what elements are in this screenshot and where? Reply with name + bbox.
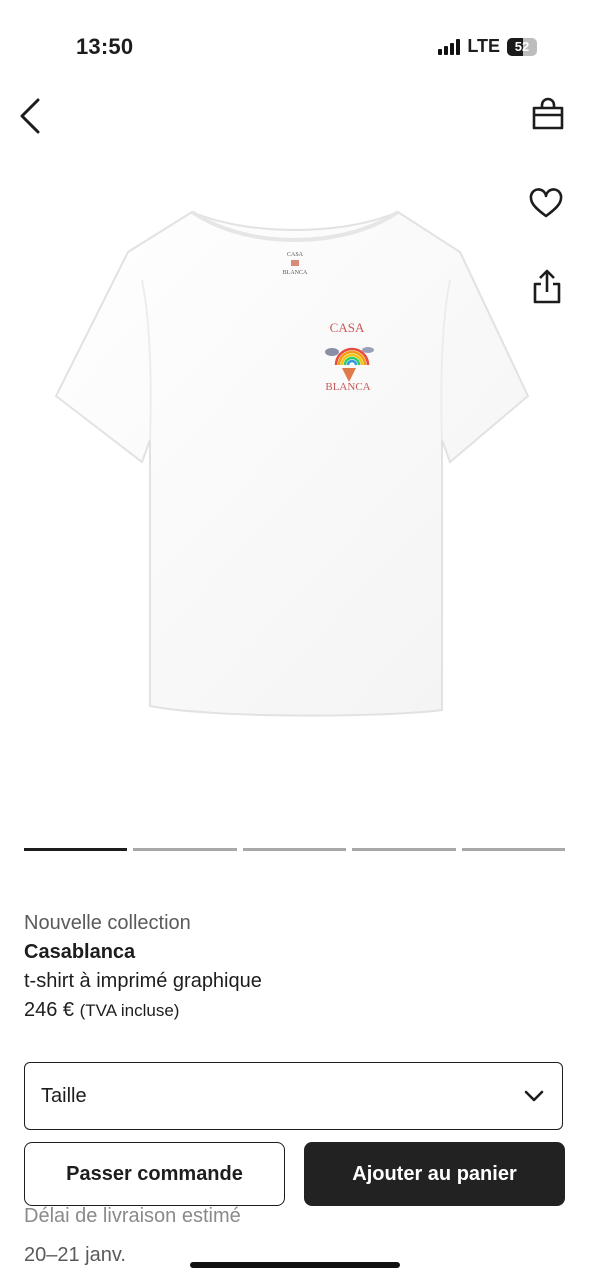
size-dropdown-label: Taille	[41, 1084, 87, 1107]
status-time: 13:50	[76, 34, 134, 59]
size-dropdown[interactable]: Taille	[24, 1062, 563, 1130]
home-indicator[interactable]	[190, 1262, 400, 1268]
order-button[interactable]: Passer commande	[24, 1142, 285, 1206]
add-to-cart-button[interactable]: Ajouter au panier	[304, 1142, 565, 1206]
shopping-bag-icon	[532, 97, 564, 130]
tax-note: (TVA incluse)	[79, 1001, 180, 1020]
label-casa: CASA	[287, 252, 304, 258]
brand-name[interactable]: Casablanca	[24, 941, 135, 964]
chevron-left-icon	[20, 98, 40, 134]
back-button[interactable]	[14, 96, 50, 141]
carousel-segment[interactable]	[24, 848, 128, 851]
network-type: LTE	[467, 36, 500, 56]
carousel-segment[interactable]	[352, 848, 456, 851]
shopping-bag-button[interactable]	[531, 96, 565, 137]
price-row: 246 € (TVA incluse)	[24, 999, 179, 1022]
print-casa: CASA	[330, 320, 365, 335]
delivery-dates: 20–21 janv.	[24, 1244, 126, 1266]
battery-level: 52	[514, 39, 530, 54]
delivery-label: Délai de livraison estimé	[24, 1205, 241, 1227]
carousel-segment[interactable]	[242, 848, 347, 851]
image-carousel-indicator	[24, 848, 566, 851]
product-name: t-shirt à imprimé graphique	[24, 970, 262, 992]
collection-tag: Nouvelle collection	[24, 912, 191, 934]
status-indicators: LTE 52	[438, 36, 537, 57]
print-blanca: BLANCA	[325, 381, 370, 393]
carousel-segment[interactable]	[461, 848, 566, 851]
carousel-segment[interactable]	[133, 848, 237, 851]
battery-icon: 52	[507, 37, 537, 56]
signal-icon	[438, 38, 461, 55]
price: 246 €	[24, 999, 75, 1021]
chevron-down-icon	[524, 1090, 544, 1102]
label-blanca: BLANCA	[283, 270, 308, 276]
product-image[interactable]: CASA BLANCA CASA BLANCA	[50, 200, 540, 730]
tshirt-image: CASA BLANCA CASA BLANCA	[54, 210, 530, 717]
